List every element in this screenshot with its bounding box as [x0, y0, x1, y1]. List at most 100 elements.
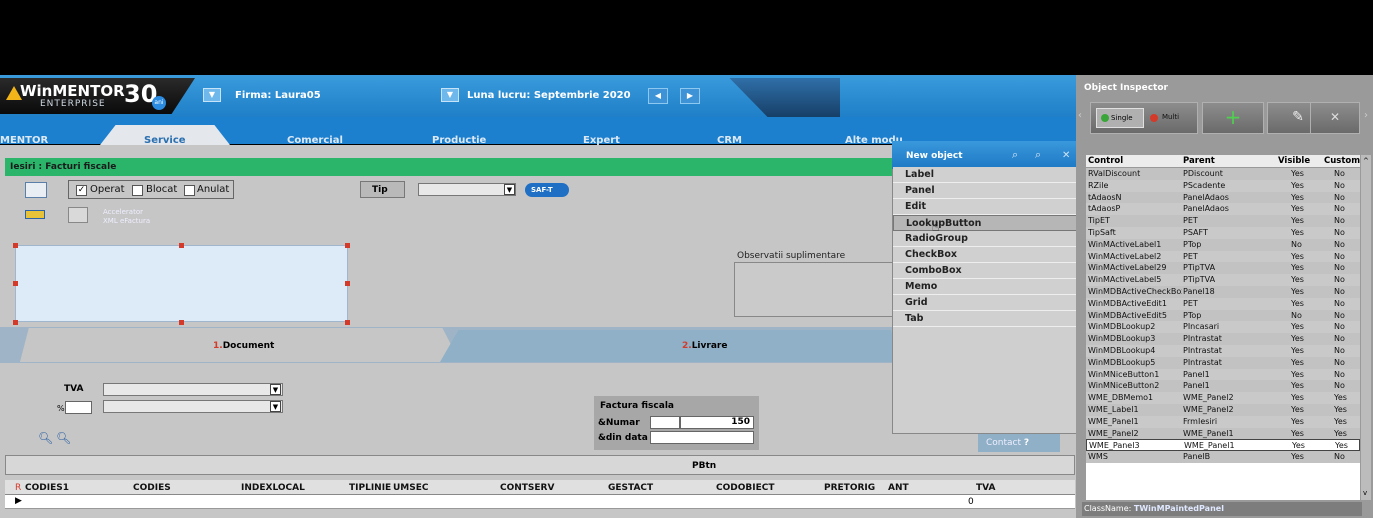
zoom-out-icon[interactable]: 🔍︎ — [56, 431, 71, 445]
tva-combo[interactable] — [103, 383, 283, 396]
sign-pen-icon[interactable] — [68, 207, 88, 223]
tab-livrare[interactable] — [440, 330, 900, 362]
firma-dropdown-button[interactable]: ▼ — [203, 88, 221, 102]
col-visible[interactable]: Visible — [1278, 155, 1310, 168]
inspector-row[interactable]: RZile PScadente Yes No — [1086, 179, 1360, 192]
search-next-icon[interactable]: ⌕ — [1035, 148, 1041, 162]
resize-handle[interactable] — [345, 281, 350, 286]
inspector-row[interactable]: RValDiscount PDiscount Yes No — [1086, 168, 1360, 180]
col-parent[interactable]: Parent — [1183, 155, 1215, 168]
inspector-row[interactable]: WME_Panel1 FrmIesiri Yes Yes — [1086, 415, 1360, 428]
search-icon[interactable]: ⌕ — [1012, 148, 1018, 162]
col-control[interactable]: Control — [1088, 155, 1123, 168]
saft-button[interactable]: SAF-T — [525, 183, 569, 197]
grid-col-codies[interactable]: CODIES — [133, 483, 171, 493]
inspector-scrollbar[interactable] — [1361, 155, 1371, 500]
numar-serie-input[interactable] — [650, 416, 680, 429]
inspector-row[interactable]: WME_Panel2 WME_Panel1 Yes Yes — [1086, 427, 1360, 440]
month-prev-button[interactable]: ◀ — [648, 88, 668, 104]
tva-combo-2[interactable] — [103, 400, 283, 413]
month-next-button[interactable]: ▶ — [680, 88, 700, 104]
grid-col-codobiect[interactable]: CODOBIECT — [716, 483, 774, 493]
new-object-label[interactable]: Label — [893, 167, 1082, 183]
observatii-memo[interactable] — [734, 262, 894, 317]
inspector-row[interactable]: WinMNiceButton2 Panel1 Yes No — [1086, 380, 1360, 393]
add-icon[interactable]: + — [1202, 102, 1264, 134]
inspector-row[interactable]: WinMActiveLabel29 PTipTVA Yes No — [1086, 262, 1360, 275]
inspector-row[interactable]: WME_Panel3 WME_Panel1 Yes Yes — [1086, 439, 1360, 452]
din-data-input[interactable] — [650, 431, 754, 444]
operat-checkbox[interactable]: ✓ — [76, 185, 87, 196]
resize-handle[interactable] — [345, 243, 350, 248]
luna-dropdown-button[interactable]: ▼ — [441, 88, 459, 102]
selected-panel[interactable] — [15, 245, 348, 322]
pct-input[interactable] — [65, 401, 92, 414]
delete-icon[interactable]: ✕ — [1310, 102, 1360, 134]
inspector-row[interactable]: tAdaosN PanelAdaos Yes No — [1086, 191, 1360, 204]
card-icon[interactable] — [25, 210, 45, 219]
grid-col-umsec[interactable]: UMSEC — [393, 483, 429, 493]
new-object-edit[interactable]: Edit — [893, 199, 1082, 215]
inspector-row[interactable]: WME_Label1 WME_Panel2 Yes Yes — [1086, 403, 1360, 416]
cell-custom: No — [1334, 310, 1345, 320]
numar-input[interactable]: 150 — [680, 416, 754, 429]
inspector-row[interactable]: WMS PanelB Yes No — [1086, 451, 1360, 463]
edit-document-icon[interactable] — [25, 182, 47, 198]
inspector-row[interactable]: WinMDBActiveCheckBox Panel18 Yes No — [1086, 285, 1360, 298]
inspector-row[interactable]: WME_DBMemo1 WME_Panel2 Yes Yes — [1086, 392, 1360, 404]
grid-col-tva[interactable]: TVA — [976, 483, 995, 493]
contact-button[interactable]: Contact ? — [978, 434, 1060, 452]
inspector-row[interactable]: WinMNiceButton1 Panel1 Yes No — [1086, 368, 1360, 381]
tip-combo-arrow-icon[interactable]: ▼ — [504, 184, 515, 195]
grid-col-codies1[interactable]: CODIES1 — [25, 483, 69, 493]
scroll-up-icon[interactable]: ^ — [1363, 157, 1369, 165]
inspector-row[interactable]: WinMDBLookup4 PIntrastat Yes No — [1086, 344, 1360, 357]
resize-handle[interactable] — [179, 243, 184, 248]
new-object-memo[interactable]: Memo — [893, 279, 1082, 295]
inspector-row[interactable]: WinMDBLookup3 PIntrastat Yes No — [1086, 333, 1360, 345]
close-icon[interactable]: ✕ — [1062, 150, 1070, 161]
resize-handle[interactable] — [345, 320, 350, 325]
tva-combo-arrow-icon[interactable]: ▼ — [270, 384, 281, 395]
grid-col-indexlocal[interactable]: INDEXLOCAL — [241, 483, 305, 493]
inspector-row[interactable]: WinMDBLookup2 PIncasari Yes No — [1086, 321, 1360, 334]
new-object-radiogroup[interactable]: RadioGroup — [893, 231, 1082, 247]
new-object-panel[interactable]: Panel — [893, 183, 1082, 199]
inspector-row[interactable]: WinMActiveLabel5 PTipTVA Yes No — [1086, 274, 1360, 286]
tip-combo[interactable] — [418, 183, 516, 196]
new-object-tab[interactable]: Tab — [893, 311, 1082, 327]
tva-combo-2-arrow-icon[interactable]: ▼ — [270, 401, 281, 412]
col-custom[interactable]: Custom — [1324, 155, 1360, 168]
new-object-combobox[interactable]: ComboBox — [893, 263, 1082, 279]
inspector-row[interactable]: TipET PET Yes No — [1086, 215, 1360, 227]
table-row[interactable] — [5, 495, 1075, 509]
resize-handle[interactable] — [13, 281, 18, 286]
inspector-row[interactable]: TipSaft PSAFT Yes No — [1086, 226, 1360, 239]
grid-col-contserv[interactable]: CONTSERV — [500, 483, 554, 493]
scroll-left-icon[interactable]: ‹ — [1078, 110, 1082, 121]
resize-handle[interactable] — [13, 243, 18, 248]
new-object-lookupbutton[interactable]: LookupButton — [893, 215, 1082, 231]
new-object-grid[interactable]: Grid — [893, 295, 1082, 311]
luna-value: Septembrie 2020 — [533, 90, 631, 101]
grid-col-pretorig[interactable]: PRETORIG — [824, 483, 875, 493]
grid-col-tiplinie[interactable]: TIPLINIE — [349, 483, 391, 493]
inspector-row[interactable]: WinMActiveLabel2 PET Yes No — [1086, 250, 1360, 263]
zoom-in-icon[interactable]: 🔍︎ — [38, 431, 53, 445]
blocat-checkbox[interactable] — [132, 185, 143, 196]
inspector-row[interactable]: WinMDBLookup5 PIntrastat Yes No — [1086, 356, 1360, 369]
resize-handle[interactable] — [13, 320, 18, 325]
cell-parent: Panel1 — [1183, 381, 1210, 391]
resize-handle[interactable] — [179, 320, 184, 325]
inspector-row[interactable]: WinMActiveLabel1 PTop No No — [1086, 238, 1360, 251]
scroll-down-icon[interactable]: v — [1363, 489, 1367, 497]
grid-col-gestact[interactable]: GESTACT — [608, 483, 653, 493]
inspector-row[interactable]: tAdaosP PanelAdaos Yes No — [1086, 203, 1360, 216]
anulat-checkbox[interactable] — [184, 185, 195, 196]
new-object-checkbox[interactable]: CheckBox — [893, 247, 1082, 263]
cell-custom: No — [1334, 357, 1345, 367]
inspector-row[interactable]: WinMDBActiveEdit5 PTop No No — [1086, 309, 1360, 322]
scroll-right-icon[interactable]: › — [1364, 110, 1368, 121]
grid-col-ant[interactable]: ANT — [888, 483, 909, 493]
inspector-row[interactable]: WinMDBActiveEdit1 PET Yes No — [1086, 297, 1360, 310]
